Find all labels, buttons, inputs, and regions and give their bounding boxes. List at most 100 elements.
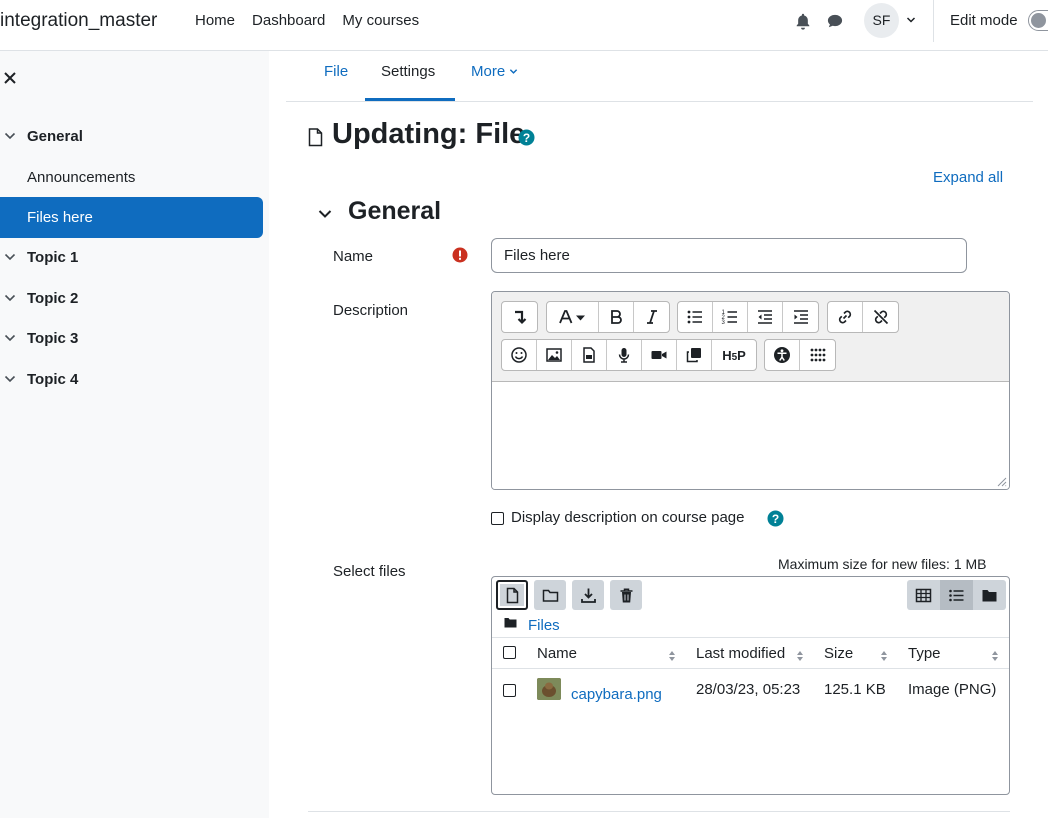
h5p-button[interactable]: H5P (712, 340, 756, 370)
chevron-down-icon[interactable] (4, 373, 16, 385)
path-breadcrumb-files[interactable]: Files (528, 617, 560, 634)
toolbar-group-media: H5P (501, 339, 757, 371)
icon-view-button[interactable] (907, 580, 940, 610)
paragraph-style-button[interactable] (547, 302, 599, 332)
primary-navigation: Home Dashboard My courses (195, 12, 419, 29)
course-index-label: Topic 2 (27, 290, 79, 307)
column-type[interactable]: Type (908, 645, 941, 662)
column-last-modified[interactable]: Last modified (696, 645, 785, 662)
media-file-button[interactable] (572, 340, 607, 370)
image-button[interactable] (537, 340, 572, 370)
course-index-section-topic-4[interactable]: Topic 4 (0, 359, 263, 400)
messages-chat-icon[interactable] (826, 12, 844, 30)
help-icon[interactable]: ? (518, 129, 535, 146)
accessibility-checker-button[interactable] (765, 340, 800, 370)
bold-button[interactable] (599, 302, 634, 332)
edit-mode-toggle[interactable] (1028, 10, 1048, 31)
expand-all-link[interactable]: Expand all (933, 169, 1003, 186)
editor-toolbar: 1 2 3 H5P (492, 292, 1009, 382)
resize-grip-icon[interactable] (995, 475, 1007, 487)
chevron-down-icon[interactable] (4, 251, 16, 263)
record-video-button[interactable] (642, 340, 677, 370)
course-index-section-topic-3[interactable]: Topic 3 (0, 318, 263, 359)
image-icon (546, 348, 562, 362)
list-view-button[interactable] (940, 580, 973, 610)
nav-dashboard-link[interactable]: Dashboard (252, 12, 325, 29)
sort-icon[interactable] (668, 650, 676, 662)
accessibility-icon (774, 347, 790, 363)
copy-files-icon (686, 348, 701, 363)
manage-files-button[interactable] (677, 340, 712, 370)
secondary-navigation: File Settings More (286, 51, 1033, 102)
site-name[interactable]: integration_master (0, 10, 157, 32)
video-camera-icon (651, 351, 667, 359)
file-name-link[interactable]: capybara.png (571, 686, 662, 703)
add-file-button[interactable] (496, 580, 528, 610)
sort-icon[interactable] (991, 650, 999, 662)
course-index-item-files-here[interactable]: Files here (0, 197, 263, 238)
sort-icon[interactable] (796, 650, 804, 662)
outdent-button[interactable] (748, 302, 783, 332)
list-view-icon (949, 589, 964, 601)
display-description-checkbox[interactable] (491, 512, 504, 525)
collapse-section-chevron-icon[interactable] (317, 206, 333, 222)
max-size-note: Maximum size for new files: 1 MB (778, 556, 987, 572)
course-index-section-topic-1[interactable]: Topic 1 (0, 237, 263, 278)
tab-file[interactable]: File (324, 63, 348, 80)
user-avatar[interactable]: SF (864, 3, 899, 38)
sort-icon[interactable] (880, 650, 888, 662)
svg-text:?: ? (523, 131, 530, 145)
course-index-item-announcements[interactable]: Announcements (0, 157, 263, 198)
chevron-down-icon[interactable] (906, 15, 916, 25)
file-table-header: Name Last modified Size Type (492, 637, 1009, 669)
nav-home-link[interactable]: Home (195, 12, 235, 29)
toolbar-toggle-button[interactable] (502, 302, 537, 332)
ordered-list-button[interactable]: 1 2 3 (713, 302, 748, 332)
link-button[interactable] (828, 302, 863, 332)
file-size: 125.1 KB (824, 681, 886, 698)
delete-button[interactable] (610, 580, 642, 610)
active-tab-indicator (365, 98, 455, 101)
more-tools-button[interactable] (800, 340, 835, 370)
download-button[interactable] (572, 580, 604, 610)
emoji-button[interactable] (502, 340, 537, 370)
section-title-general[interactable]: General (348, 197, 441, 226)
svg-text:3: 3 (722, 320, 726, 326)
chevron-down-icon[interactable] (4, 130, 16, 142)
course-index-section-topic-2[interactable]: Topic 2 (0, 278, 263, 319)
italic-button[interactable] (634, 302, 669, 332)
column-size[interactable]: Size (824, 645, 853, 662)
file-image-icon (583, 347, 595, 363)
nav-my-courses-link[interactable]: My courses (342, 12, 419, 29)
course-index-label: General (27, 128, 83, 145)
column-name[interactable]: Name (537, 645, 577, 662)
tab-settings[interactable]: Settings (381, 63, 435, 80)
description-label: Description (333, 302, 409, 319)
toolbar-group-accessibility (764, 339, 836, 371)
file-manager: Files Name Last modified Size Type capyb… (491, 576, 1010, 795)
toolbar-group-style (546, 301, 670, 333)
close-drawer-icon[interactable] (3, 71, 17, 85)
description-textarea[interactable] (492, 382, 1009, 489)
name-input[interactable] (491, 238, 967, 273)
chevron-down-icon[interactable] (4, 292, 16, 304)
file-thumbnail[interactable] (537, 678, 561, 700)
tree-view-button[interactable] (973, 580, 1006, 610)
help-icon[interactable]: ? (767, 510, 784, 527)
unlink-button[interactable] (863, 302, 898, 332)
file-select-checkbox[interactable] (503, 684, 516, 697)
select-files-label: Select files (333, 563, 406, 580)
indent-button[interactable] (783, 302, 818, 332)
notifications-bell-icon[interactable] (794, 12, 812, 30)
select-all-checkbox[interactable] (503, 646, 516, 659)
course-index-section-general[interactable]: General (0, 116, 263, 157)
view-switcher (907, 580, 1006, 610)
record-audio-button[interactable] (607, 340, 642, 370)
tab-more[interactable]: More (471, 63, 518, 80)
create-folder-button[interactable] (534, 580, 566, 610)
unordered-list-button[interactable] (678, 302, 713, 332)
navbar-divider (933, 0, 934, 42)
course-index-label: Topic 4 (27, 371, 79, 388)
chevron-down-icon[interactable] (4, 332, 16, 344)
description-editor: 1 2 3 H5P (491, 291, 1010, 490)
